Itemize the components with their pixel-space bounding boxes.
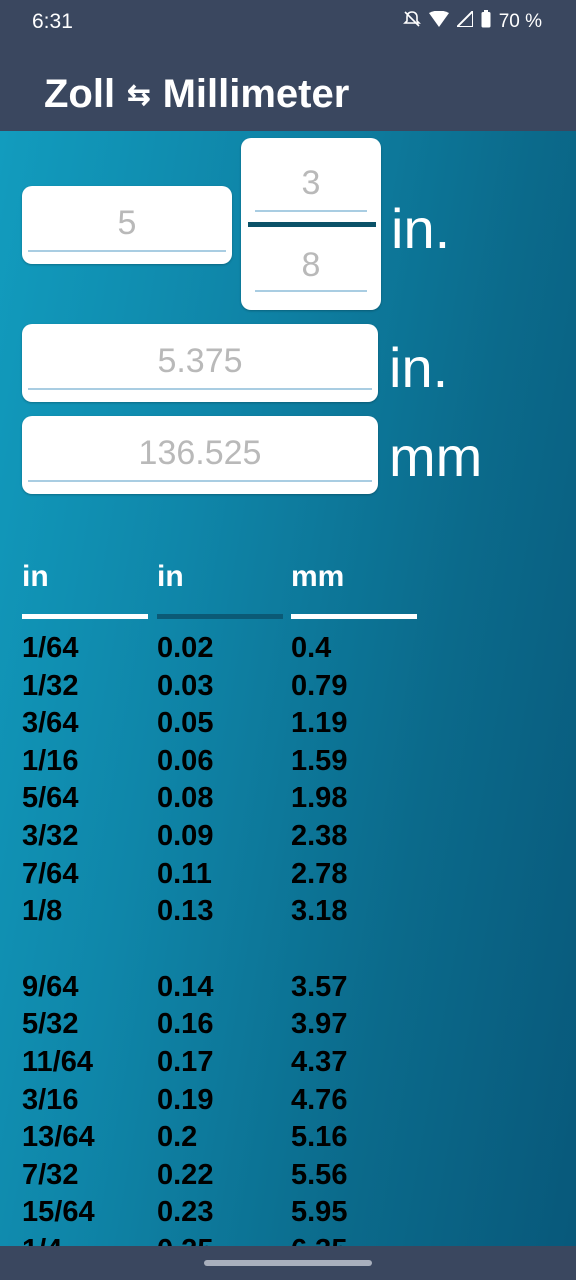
- table-cell: 9/64: [22, 970, 79, 1003]
- table-cell: 0.02: [157, 632, 214, 664]
- table-cell: 11/64: [22, 1046, 93, 1078]
- table-cell: 2.38: [291, 820, 348, 852]
- swap-icon[interactable]: ⇆: [127, 79, 150, 110]
- table-cell: 0.08: [157, 782, 214, 815]
- table-cell: 0.16: [157, 1008, 214, 1041]
- page-title: Zoll ⇆ Millimeter: [44, 72, 349, 117]
- table-cell: 1.98: [291, 782, 348, 815]
- table-cell: 0.05: [157, 707, 214, 740]
- header-underline: [291, 614, 417, 619]
- denominator-input[interactable]: 8: [241, 246, 381, 285]
- millimeters-value: 136.525: [138, 434, 262, 472]
- wifi-icon: [428, 10, 449, 33]
- table-cell: 0.17: [157, 1046, 214, 1078]
- whole-inches-value: 5: [117, 204, 137, 242]
- status-bar: 6:31 70 %: [0, 0, 576, 44]
- table-cell: 3.97: [291, 1008, 348, 1041]
- table-cell: 1.59: [291, 744, 348, 777]
- table-cell: 7/64: [22, 857, 79, 890]
- table-cell: 1/32: [22, 669, 79, 702]
- table-cell: 1/8: [22, 895, 63, 928]
- title-inch: Zoll: [44, 72, 116, 116]
- fraction-unit-label: in.: [391, 197, 451, 260]
- table-cell: 3.57: [291, 970, 348, 1003]
- numerator-input[interactable]: 3: [241, 164, 381, 203]
- table-cell: 7/32: [22, 1158, 79, 1191]
- table-cell: 0.13: [157, 895, 214, 928]
- battery-icon: [481, 10, 491, 34]
- table-cell: 1/64: [22, 632, 79, 664]
- battery-percent: 70 %: [498, 11, 542, 32]
- status-time: 6:31: [32, 10, 73, 33]
- table-cell: 5.95: [291, 1196, 348, 1229]
- table-cell: 0.19: [157, 1083, 214, 1116]
- app-bar: Zoll ⇆ Millimeter: [0, 44, 576, 131]
- table-cell: 3/32: [22, 820, 79, 852]
- table-cell: 2.78: [291, 857, 348, 890]
- table-cell: 0.09: [157, 820, 214, 852]
- column-header-fraction[interactable]: in: [22, 560, 49, 594]
- table-cell: 4.76: [291, 1083, 348, 1116]
- table-cell: 0.79: [291, 669, 348, 702]
- status-icons: 70 %: [402, 8, 542, 34]
- fraction-bar: [248, 222, 376, 227]
- table-cell: 4.37: [291, 1046, 348, 1078]
- decimal-unit-label: in.: [389, 336, 449, 399]
- denominator-underline: [255, 290, 367, 292]
- decimal-inches-input[interactable]: 5.375: [22, 324, 378, 402]
- table-cell: 0.11: [157, 857, 212, 890]
- table-cell: 13/64: [22, 1121, 95, 1154]
- column-header-decimal[interactable]: in: [157, 560, 184, 594]
- header-underline: [22, 614, 148, 619]
- table-cell: 0.06: [157, 744, 214, 777]
- table-cell: 5.16: [291, 1121, 348, 1154]
- table-cell: 0.23: [157, 1196, 214, 1229]
- decimal-inches-value: 5.375: [157, 342, 243, 380]
- header-underline-selected: [157, 614, 283, 619]
- input-underline: [28, 480, 372, 482]
- table-cell: 0.03: [157, 669, 214, 702]
- navigation-bar: [0, 1246, 576, 1280]
- column-header-mm[interactable]: mm: [291, 560, 344, 594]
- table-cell: 3.18: [291, 895, 348, 928]
- table-cell: 0.2: [157, 1121, 198, 1154]
- table-cell: 5.56: [291, 1158, 348, 1191]
- input-underline: [28, 388, 372, 390]
- millimeters-input[interactable]: 136.525: [22, 416, 378, 494]
- table-cell: 3/64: [22, 707, 79, 740]
- table-cell: 15/64: [22, 1196, 95, 1229]
- table-cell: 0.14: [157, 970, 214, 1003]
- signal-icon: [454, 8, 474, 33]
- table-cell: 5/64: [22, 782, 79, 815]
- table-cell: 0.22: [157, 1158, 214, 1191]
- table-cell: 3/16: [22, 1083, 79, 1116]
- mm-unit-label: mm: [389, 425, 483, 488]
- input-underline: [28, 250, 226, 252]
- table-cell: 5/32: [22, 1008, 79, 1041]
- title-millimeter: Millimeter: [162, 72, 350, 116]
- notifications-off-icon: [402, 10, 421, 34]
- table-cell: 1.19: [291, 707, 348, 740]
- whole-inches-input[interactable]: 5: [22, 186, 232, 264]
- numerator-underline: [255, 210, 367, 212]
- table-cell: 1/16: [22, 744, 79, 777]
- gesture-handle[interactable]: [204, 1260, 372, 1266]
- table-cell: 0.4: [291, 632, 332, 664]
